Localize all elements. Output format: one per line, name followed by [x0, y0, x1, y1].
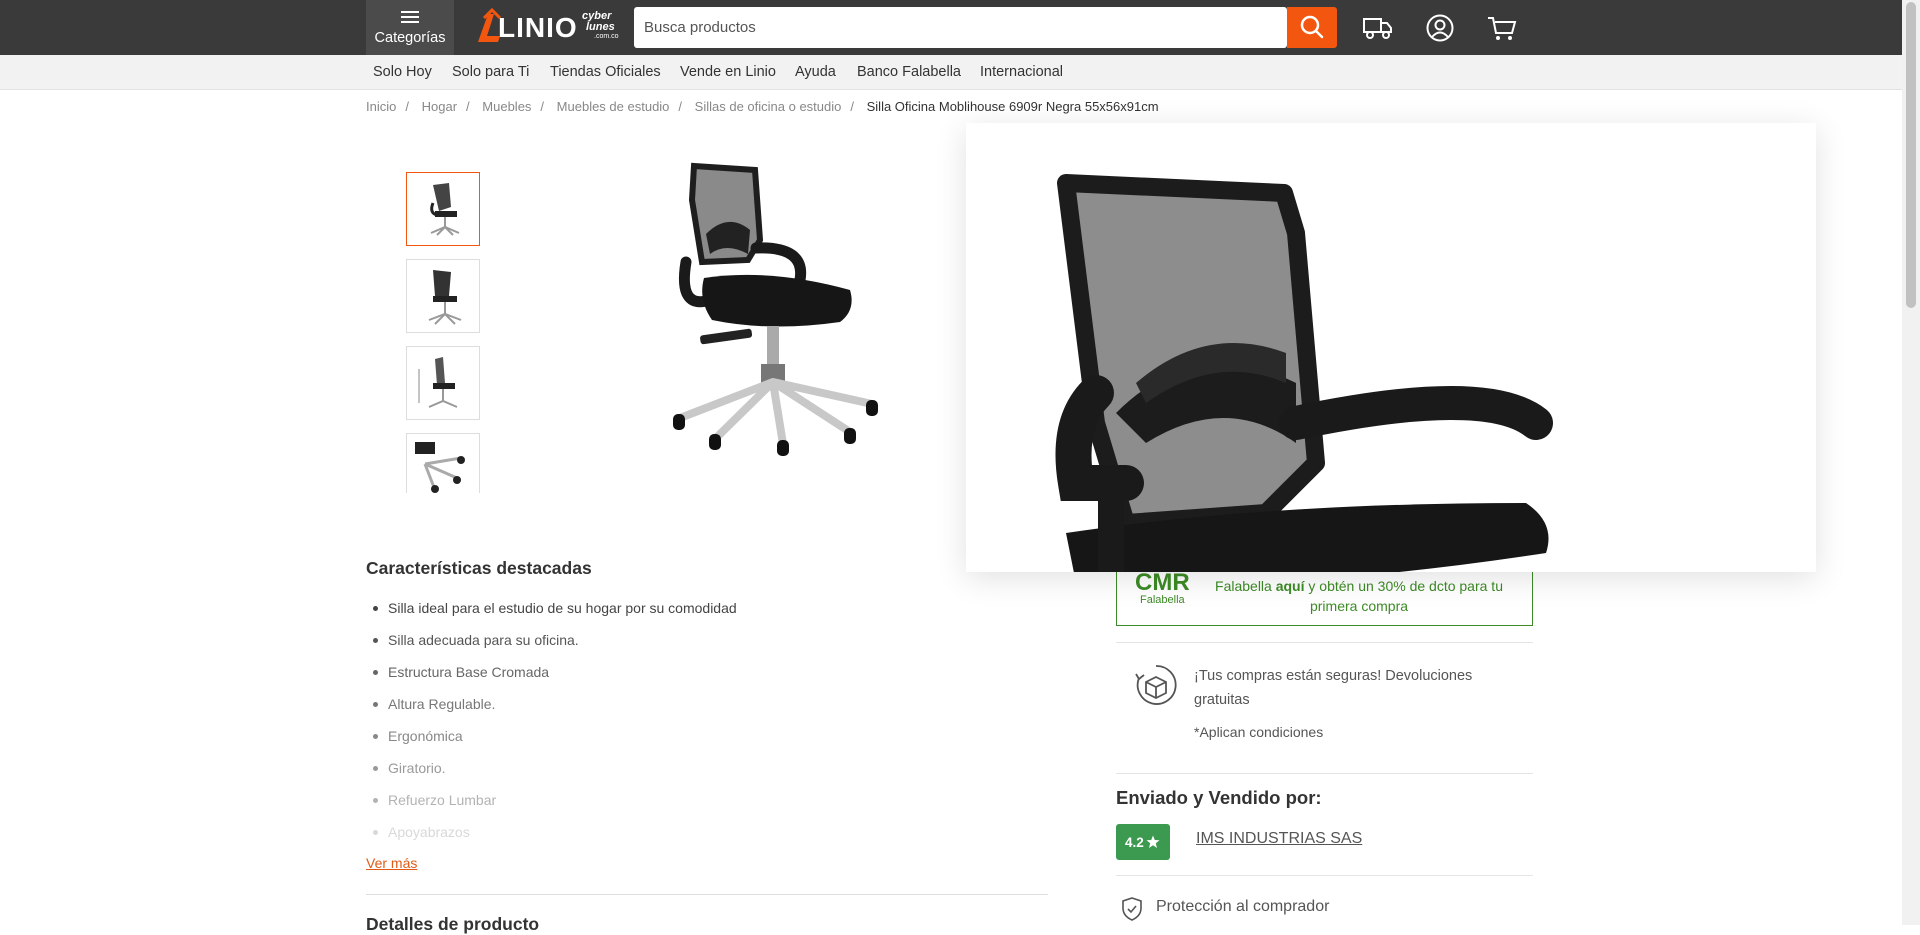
buyer-protection-text[interactable]: Protección al comprador	[1156, 898, 1329, 916]
product-thumbnail-2[interactable]	[406, 259, 480, 333]
shield-icon	[1120, 896, 1144, 922]
features-list: Silla ideal para el estudio de su hogar …	[366, 600, 737, 856]
cyber-line2: lunes	[586, 21, 615, 33]
nav-solo-hoy[interactable]: Solo Hoy	[373, 64, 432, 80]
secure-return-icon	[1134, 662, 1178, 710]
linio-logo[interactable]: LINIO cyber lunes .com.co	[474, 7, 624, 46]
rating-value: 4.2	[1125, 835, 1144, 850]
search-button[interactable]	[1287, 7, 1337, 48]
breadcrumb-item[interactable]: Inicio	[366, 99, 396, 114]
seller-title: Enviado y Vendido por:	[1116, 787, 1322, 808]
search-input[interactable]	[642, 7, 1242, 48]
truck-icon[interactable]	[1362, 14, 1394, 42]
breadcrumb-item[interactable]: Muebles de estudio	[557, 99, 670, 114]
feature-item: Silla ideal para el estudio de su hogar …	[366, 600, 737, 632]
breadcrumb-item[interactable]: Hogar	[422, 99, 457, 114]
breadcrumb-current: Silla Oficina Moblihouse 6909r Negra 55x…	[866, 99, 1159, 114]
cmr-promo-text: Falabella aquí y obtén un 30% de dcto pa…	[1215, 578, 1503, 614]
logo-text: LINIO	[498, 12, 578, 43]
breadcrumb-item[interactable]: Sillas de oficina o estudio	[695, 99, 842, 114]
user-icon[interactable]	[1424, 14, 1456, 42]
scrollbar-thumb[interactable]	[1906, 2, 1916, 308]
divider	[1116, 875, 1533, 876]
sub-navigation: Solo Hoy Solo para Ti Tiendas Oficiales …	[0, 55, 1902, 90]
divider	[1116, 642, 1533, 643]
search-icon	[1300, 15, 1324, 39]
conditions-text[interactable]: *Aplican condiciones	[1194, 724, 1323, 740]
nav-tiendas-oficiales[interactable]: Tiendas Oficiales	[550, 64, 661, 80]
product-main-image[interactable]	[620, 150, 910, 470]
cyber-line3: .com.co	[594, 33, 619, 40]
breadcrumb-item[interactable]: Muebles	[482, 99, 531, 114]
nav-ayuda[interactable]: Ayuda	[795, 64, 836, 80]
seller-rating-badge: 4.2	[1116, 824, 1170, 860]
categories-button[interactable]: Categorías	[366, 0, 454, 55]
cart-icon[interactable]	[1486, 14, 1518, 42]
menu-icon	[401, 11, 419, 26]
product-thumbnail-4[interactable]	[406, 433, 480, 493]
feature-item: Apoyabrazos	[366, 824, 737, 856]
see-more-link[interactable]: Ver más	[366, 855, 417, 871]
feature-item: Refuerzo Lumbar	[366, 792, 737, 824]
cmr-logo: CMR Falabella	[1135, 569, 1190, 607]
nav-banco-falabella[interactable]: Banco Falabella	[857, 64, 961, 80]
categories-label: Categorías	[374, 30, 446, 46]
page-scrollbar[interactable]	[1902, 0, 1920, 925]
secure-purchase-text: ¡Tus compras están seguras! Devoluciones…	[1194, 668, 1473, 708]
feature-item: Altura Regulable.	[366, 696, 737, 728]
zoomed-product-image	[1055, 174, 1553, 572]
nav-solo-para-ti[interactable]: Solo para Ti	[452, 64, 529, 80]
zoom-preview	[966, 123, 1816, 572]
star-icon	[1146, 835, 1160, 848]
nav-internacional[interactable]: Internacional	[980, 64, 1063, 80]
features-title: Características destacadas	[366, 558, 592, 578]
product-thumbnail-1[interactable]	[406, 172, 480, 246]
divider	[366, 894, 1048, 895]
top-header: Categorías LINIO cyber lunes .com.co	[0, 0, 1902, 55]
product-thumbnail-3[interactable]	[406, 346, 480, 420]
divider	[1116, 773, 1533, 774]
feature-item: Ergonómica	[366, 728, 737, 760]
seller-name-link[interactable]: IMS INDUSTRIAS SAS	[1196, 830, 1362, 848]
feature-item: Giratorio.	[366, 760, 737, 792]
nav-vende-en-linio[interactable]: Vende en Linio	[680, 64, 776, 80]
feature-item: Estructura Base Cromada	[366, 664, 737, 696]
breadcrumb: Inicio / Hogar / Muebles / Muebles de estud…	[366, 99, 1159, 114]
search-box	[634, 7, 1287, 48]
feature-item: Silla adecuada para su oficina.	[366, 632, 737, 664]
